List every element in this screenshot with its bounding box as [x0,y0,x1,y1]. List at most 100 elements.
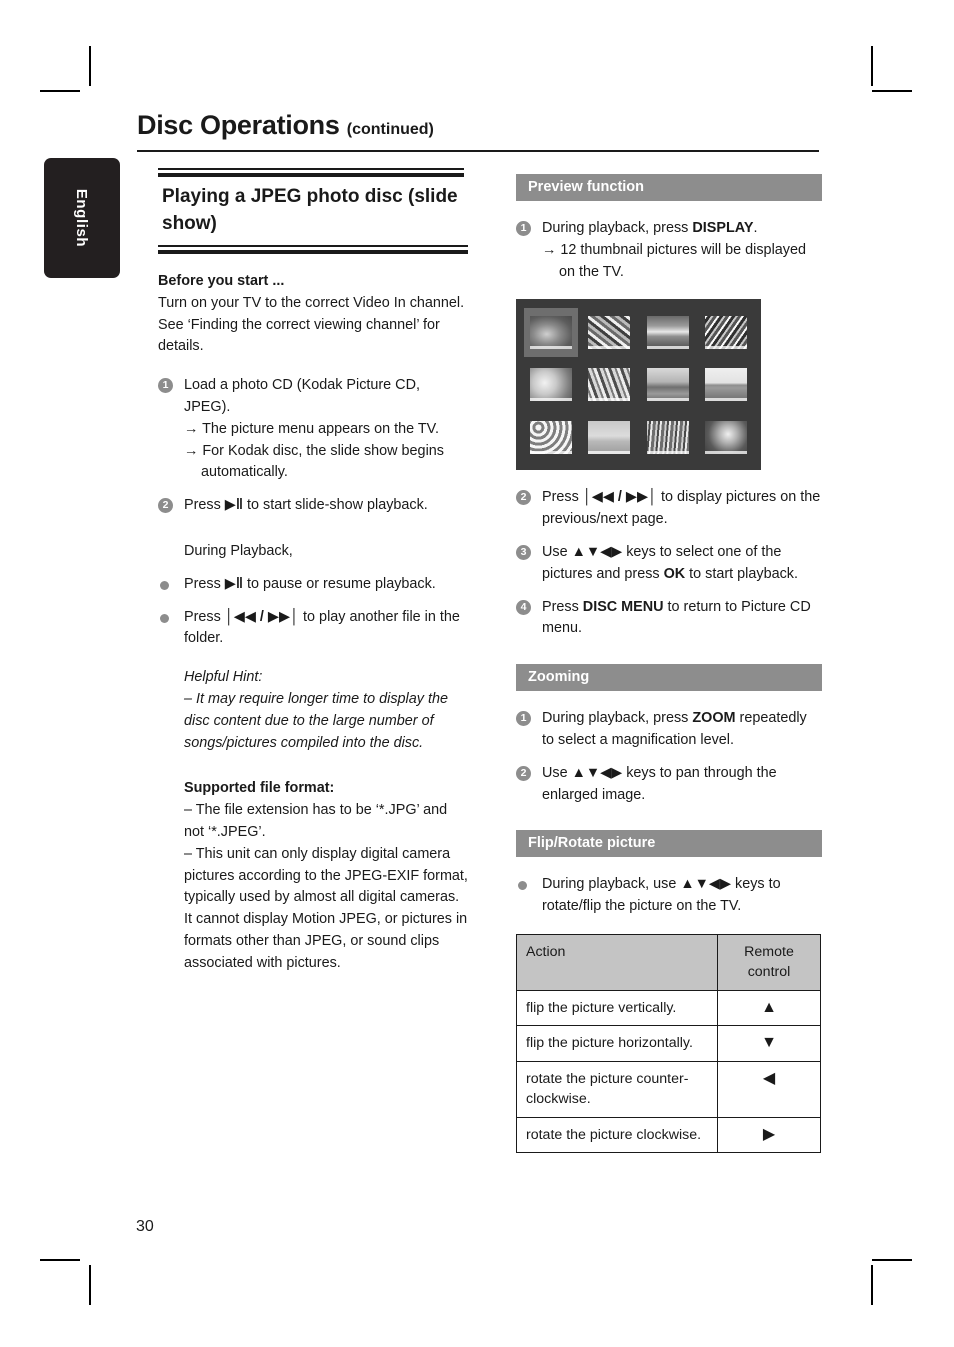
helpful-hint-text: – It may require longer time to display … [184,690,448,751]
crop-mark-top-right-v [871,46,873,86]
bullet-icon [160,580,169,590]
during-playback-label: During Playback, [184,542,293,559]
navigation-keys-icon: ▲▼◀▶ [571,764,623,781]
before-you-start-heading: Before you start ... [158,273,285,289]
disc-menu-key-label: DISC MENU [582,598,664,615]
table-header-action: Action [516,933,718,991]
left-bullet-1: Press ▶‖ to pause or resume playback. [158,574,468,596]
crop-mark-top-right-h [872,90,912,92]
left-bullet-1-text-after: to pause or resume playback. [243,575,436,592]
thumbnail-cell[interactable] [641,413,695,461]
language-tab-label: English [73,188,91,248]
table-cell-action: rotate the picture clockwise. [516,1116,718,1154]
preview-step-1-text-before: During playback, press [542,220,693,236]
arrow-icon: → [184,442,199,459]
step-number-badge: 2 [158,498,173,514]
play-pause-key-icon: ▶‖ [224,497,244,514]
table-cell-action: rotate the picture counter-clockwise. [516,1060,718,1118]
thumbnail-cell[interactable] [524,413,578,461]
display-key-label: DISPLAY [692,220,754,236]
flip-rotate-text-before: During playback, use [542,876,681,893]
navigation-keys-icon: ▲▼◀▶ [571,543,623,560]
preview-step-4-text-before: Press [542,598,583,615]
left-step-1-result-2: → For Kodak disc, the slide show begins … [184,441,468,485]
thumbnail-cell[interactable] [582,361,636,409]
left-bullet-2-text-before: Press [184,608,225,625]
table-header-remote-control: Remote control [717,933,821,991]
thumbnail-cell-selected[interactable] [524,308,579,357]
preview-step-2: 2 Press │◀◀ / ▶▶│ to display pictures on… [516,487,822,531]
thumbnail-image-4 [704,316,747,350]
zooming-step-1-text-before: During playback, press [542,710,693,727]
left-bullet-2: Press │◀◀ / ▶▶│ to play another file in … [158,607,468,651]
step-number-badge: 1 [516,221,531,236]
table-row: flip the picture horizontally. ▼ [516,1025,821,1062]
arrow-icon: → [184,420,199,437]
table-row: rotate the picture clockwise. ▶ [516,1116,821,1154]
left-step-1-result-1: → The picture menu appears on the TV. [184,419,468,441]
left-column: Playing a JPEG photo disc (slide show) B… [158,168,468,975]
tv-thumbnail-preview-screen [516,299,761,471]
thumbnail-image-11 [646,420,689,454]
preview-step-3-text-after: to start playback. [685,565,798,582]
supported-file-format-heading: Supported file format: [184,780,335,797]
crop-mark-top-left-h [40,90,80,92]
preview-step-1-text-after: . [753,220,758,236]
thumbnail-image-12 [704,420,747,454]
thumbnail-cell[interactable] [699,308,753,356]
thumbnail-cell[interactable] [524,361,578,409]
table-cell-control-right-icon: ▶ [717,1116,821,1154]
preview-step-1: 1 During playback, press DISPLAY. → 12 t… [516,218,822,283]
thumbnail-image-9 [530,420,573,454]
crop-mark-top-left-v [89,46,91,86]
thumbnail-image-5 [530,368,573,402]
manual-page: English Disc Operations (continued) Play… [0,0,954,1347]
section-heading-rules-top [158,168,464,177]
preview-step-1-result: → 12 thumbnail pictures will be displaye… [542,240,822,284]
thumbnail-image-2 [588,316,631,350]
left-bullet-1-text-before: Press [184,575,225,592]
table-row: flip the picture vertically. ▲ [516,989,821,1027]
language-tab: English [44,158,120,278]
section-heading-title: Playing a JPEG photo disc (slide show) [162,186,458,234]
preview-step-2-text-before: Press [542,489,583,506]
table-cell-control-down-icon: ▼ [717,1025,821,1062]
thumbnail-cell[interactable] [582,413,636,461]
flip-rotate-table: Action Remote control flip the picture v… [516,933,821,1154]
table-cell-action: flip the picture horizontally. [516,1025,718,1062]
thumbnail-image-1 [530,316,573,350]
zooming-step-2-text-before: Use [542,764,572,781]
left-step-1-result-2-text: For Kodak disc, the slide show begins au… [201,442,444,481]
arrow-icon: → [542,241,557,258]
prev-next-key-icon: │◀◀ / ▶▶│ [224,608,300,625]
page-title-continued: (continued) [346,121,434,138]
title-divider [137,150,819,152]
bullet-icon [160,613,169,623]
preview-function-bar: Preview function [516,174,822,201]
left-step-1-result-1-text: The picture menu appears on the TV. [202,420,439,437]
preview-step-3-text-before: Use [542,543,572,560]
play-pause-key-icon: ▶‖ [224,575,244,592]
flip-rotate-bar: Flip/Rotate picture [516,830,822,858]
page-title: Disc Operations (continued) [137,110,827,141]
page-title-main: Disc Operations [137,110,340,140]
zooming-step-1: 1 During playback, press ZOOM repeatedly… [516,708,822,752]
thumbnail-image-7 [646,368,689,402]
thumbnail-image-6 [588,368,631,402]
left-step-1-text: Load a photo CD (Kodak Picture CD, JPEG)… [184,377,420,415]
table-cell-control-up-icon: ▲ [717,989,821,1027]
crop-mark-bottom-right-h [872,1259,912,1261]
table-row: rotate the picture counter-clockwise. ◀ [516,1060,821,1118]
step-number-badge: 1 [516,711,531,727]
thumbnail-cell[interactable] [641,308,695,356]
thumbnail-cell[interactable] [582,308,636,356]
thumbnail-cell[interactable] [699,413,753,461]
thumbnail-cell[interactable] [641,361,695,409]
table-header-row: Action Remote control [516,933,821,991]
page-number: 30 [136,1218,154,1235]
preview-step-4: 4 Press DISC MENU to return to Picture C… [516,597,822,641]
left-step-1: 1 Load a photo CD (Kodak Picture CD, JPE… [158,375,468,484]
supported-file-format-item-1: – The file extension has to be ‘*.JPG’ a… [184,802,448,840]
thumbnail-cell[interactable] [699,361,753,409]
left-step-2-text-before: Press [184,497,225,514]
